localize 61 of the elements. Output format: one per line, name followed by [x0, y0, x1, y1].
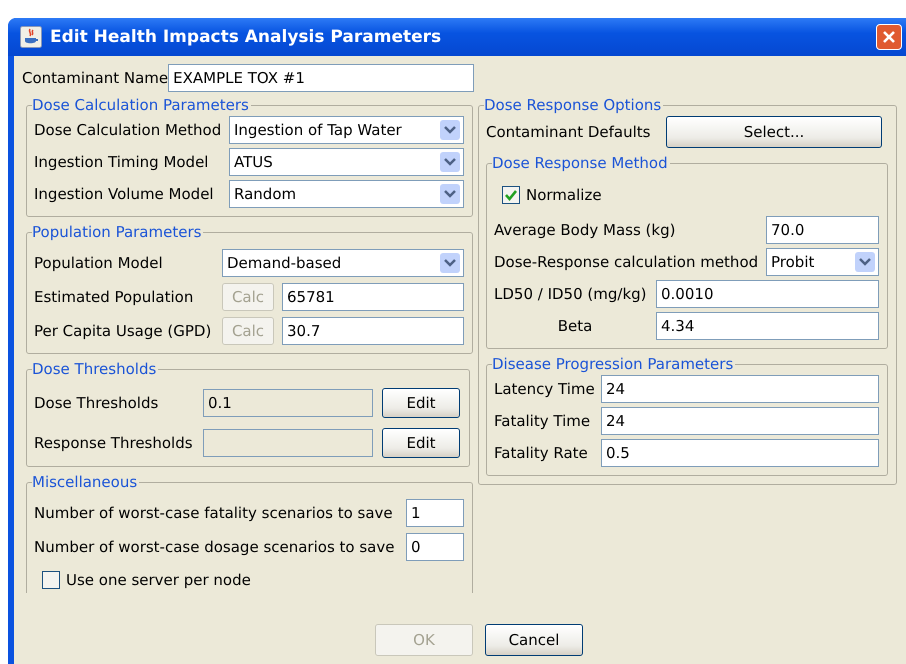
- dropdown[interactable]: Ingestion of Tap Water: [229, 116, 464, 144]
- text-field[interactable]: 0.0010: [656, 280, 879, 308]
- dropdown[interactable]: Demand-based: [222, 249, 464, 277]
- group-title: Population Parameters: [32, 223, 202, 241]
- text-field[interactable]: 0.1: [203, 389, 373, 417]
- field-label: Fatality Rate: [494, 444, 589, 462]
- chevron-down-icon: [440, 152, 460, 172]
- checkbox-label[interactable]: Use one server per node: [66, 571, 251, 589]
- field-label: Population Model: [34, 254, 164, 272]
- text-field[interactable]: EXAMPLE TOX #1: [168, 64, 474, 92]
- text-field[interactable]: 30.7: [282, 317, 464, 345]
- edit-button[interactable]: Edit: [382, 428, 460, 458]
- text-field[interactable]: 24: [601, 407, 879, 435]
- field-label: Fatality Time: [494, 412, 592, 430]
- field-label: Contaminant Defaults: [486, 123, 652, 141]
- text-field[interactable]: 1: [406, 499, 464, 527]
- field-label: Dose Calculation Method: [34, 121, 222, 139]
- field-label: Estimated Population: [34, 288, 194, 306]
- chevron-down-icon: [440, 253, 460, 273]
- field-label: Dose Thresholds: [34, 394, 160, 412]
- close-icon: [881, 29, 897, 45]
- edit-button[interactable]: Edit: [382, 388, 460, 418]
- field-label: Ingestion Volume Model: [34, 185, 215, 203]
- text-field[interactable]: 4.34: [656, 312, 879, 340]
- text-field[interactable]: 70.0: [766, 216, 879, 244]
- field-label: LD50 / ID50 (mg/kg): [494, 285, 648, 303]
- group-title: Miscellaneous: [32, 473, 138, 491]
- text-field[interactable]: [203, 429, 373, 457]
- select-button[interactable]: Select...: [666, 116, 882, 148]
- group-title: Dose Response Method: [492, 154, 669, 172]
- chevron-down-icon: [440, 184, 460, 204]
- checkbox-label[interactable]: Normalize: [526, 186, 602, 204]
- dropdown[interactable]: Probit: [766, 248, 879, 276]
- group-title: Disease Progression Parameters: [492, 355, 734, 373]
- chevron-down-icon: [855, 252, 875, 272]
- group-title: Dose Response Options: [484, 96, 662, 114]
- checkbox[interactable]: [42, 571, 60, 589]
- field-label: Average Body Mass (kg): [494, 221, 676, 239]
- field-label: Per Capita Usage (GPD): [34, 322, 212, 340]
- dialog-button[interactable]: Cancel: [485, 624, 583, 656]
- close-button[interactable]: [876, 24, 902, 50]
- chevron-down-icon: [440, 120, 460, 140]
- dropdown[interactable]: ATUS: [229, 148, 464, 176]
- field-label: Dose-Response calculation method: [494, 253, 760, 271]
- field-label: Number of worst-case fatality scenarios to save: [34, 504, 394, 522]
- field-label: Ingestion Timing Model: [34, 153, 210, 171]
- text-field[interactable]: 24: [601, 375, 879, 403]
- text-field[interactable]: 0: [406, 533, 464, 561]
- field-label: Number of worst-case dosage scenarios to save: [34, 538, 396, 556]
- dropdown[interactable]: Random: [229, 180, 464, 208]
- coffee-cup-icon: [20, 26, 42, 48]
- field-label: Latency Time: [494, 380, 596, 398]
- text-field[interactable]: 0.5: [601, 439, 879, 467]
- group-title: Dose Calculation Parameters: [32, 96, 250, 114]
- group-title: Dose Thresholds: [32, 360, 158, 378]
- checkbox[interactable]: [502, 186, 520, 204]
- window-title: Edit Health Impacts Analysis Parameters: [50, 27, 442, 47]
- field-label: Contaminant Name: [22, 69, 168, 87]
- text-field[interactable]: 65781: [282, 283, 464, 311]
- field-label: Response Thresholds: [34, 434, 194, 452]
- field-label: Beta: [558, 317, 592, 335]
